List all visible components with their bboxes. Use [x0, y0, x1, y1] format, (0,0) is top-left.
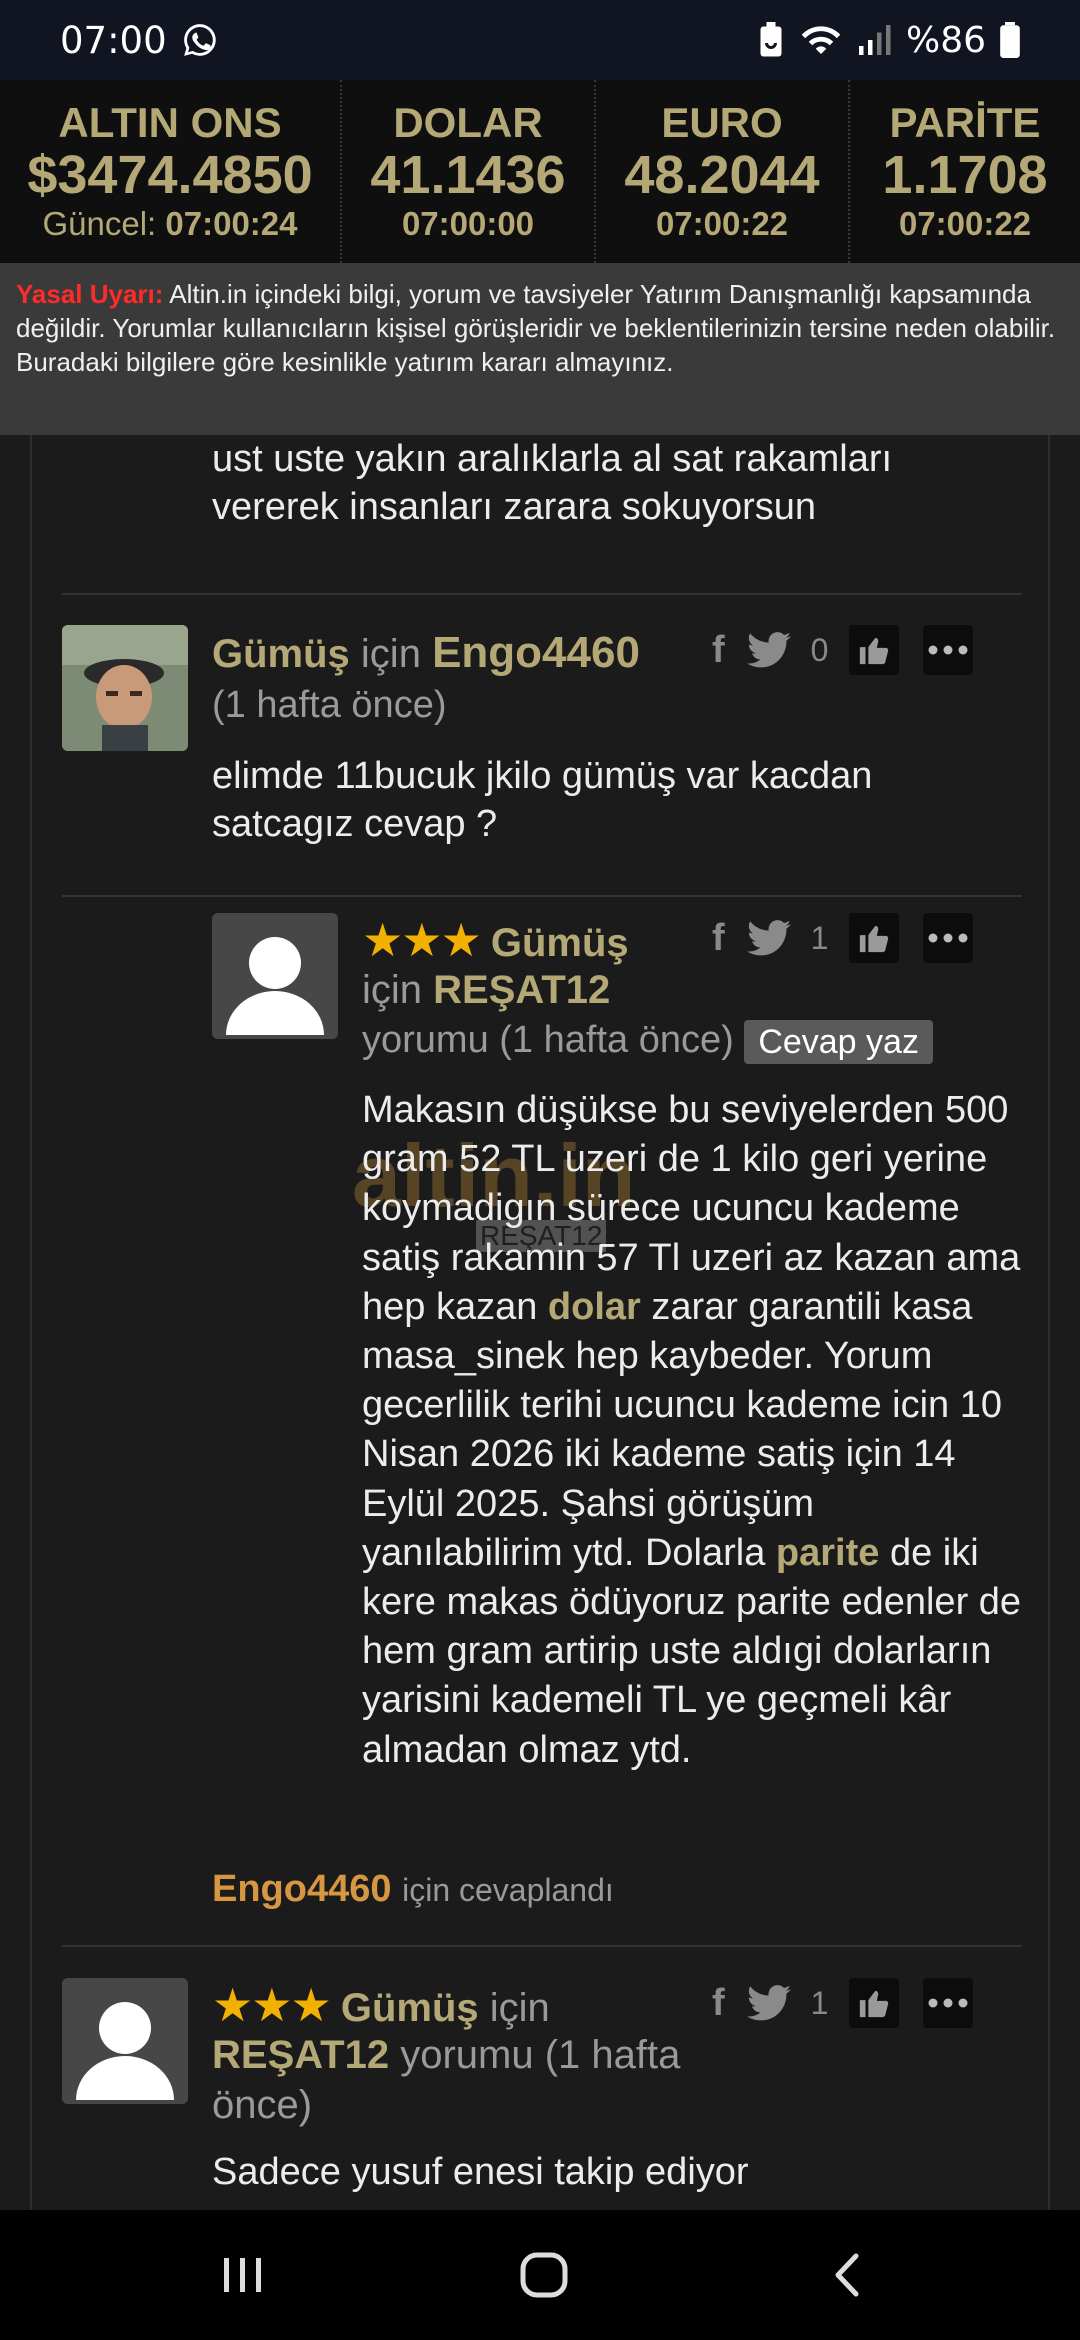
more-options-button[interactable] [922, 913, 973, 963]
comment-time: (1 hafta önce) [212, 684, 447, 726]
like-count: 1 [810, 1984, 829, 2021]
facebook-icon[interactable]: f [712, 1982, 725, 2025]
whatsapp-icon [183, 24, 216, 56]
comment-body: elimde 11bucuk jkilo gümüş var kacdan sa… [212, 755, 873, 845]
ticker-name: DOLAR [393, 98, 543, 146]
system-nav-bar [0, 2210, 1080, 2340]
comment-user[interactable]: REŞAT12 [433, 968, 610, 1012]
ticker-time: Güncel: 07:00:24 [42, 204, 297, 244]
comment-actions: f 1 [712, 1978, 973, 2028]
ticker-time-value: 07:00:24 [165, 204, 298, 242]
more-dots-icon [928, 1998, 968, 2008]
facebook-icon[interactable]: f [712, 629, 725, 672]
comment-topic[interactable]: Gümüş [212, 632, 350, 676]
more-options-button[interactable] [922, 625, 973, 675]
ticker-altin-ons[interactable]: ALTIN ONS $3474.4850 Güncel: 07:00:24 [0, 80, 342, 263]
default-user-icon [62, 1978, 188, 2104]
ticker-price: $3474.4850 [27, 144, 313, 205]
like-button[interactable] [848, 1978, 899, 2028]
comment-user-line: için REŞAT12 [362, 965, 610, 1015]
comment-user-line: REŞAT12 yorumu (1 hafta önce) [212, 2030, 712, 2130]
thumbs-up-icon [859, 637, 888, 665]
tag-link-parite[interactable]: parite [776, 1532, 879, 1574]
comment-topic[interactable]: Gümüş [491, 921, 629, 965]
divider [62, 895, 1022, 897]
ticker-time: 07:00:00 [401, 204, 535, 242]
comments-list: ust uste yakın aralıklarla al sat rakaml… [30, 435, 1050, 2210]
avatar[interactable] [62, 1978, 188, 2104]
recent-apps-icon[interactable] [218, 2250, 268, 2300]
divider [62, 1945, 1022, 1947]
comment-for: için [360, 632, 421, 676]
ticker-name: PARİTE [889, 98, 1041, 146]
comment-header: Gümüş için Engo4460 [212, 628, 672, 679]
reply-button[interactable]: Cevap yaz [744, 1019, 933, 1064]
battery-icon [1000, 22, 1020, 58]
comment-user[interactable]: REŞAT12 [212, 2033, 389, 2077]
comment-actions: f 0 [712, 625, 973, 675]
ticker-dolar[interactable]: DOLAR 41.1436 07:00:00 [342, 80, 596, 263]
home-icon[interactable] [518, 2250, 572, 2300]
facebook-icon[interactable]: f [712, 917, 725, 960]
twitter-icon[interactable] [746, 631, 791, 669]
avatar[interactable] [212, 913, 338, 1039]
signal-icon [858, 25, 891, 55]
comment-actions: f 1 [712, 913, 973, 963]
replied-user-link[interactable]: Engo4460 [212, 1868, 392, 1910]
comment-header: ★★★ Gümüş [362, 915, 702, 968]
replied-to: Engo4460 için cevaplandı [212, 1865, 614, 1914]
twitter-icon[interactable] [746, 919, 791, 957]
comment-header: ★★★ Gümüş için [212, 1980, 712, 2033]
ticker-time: 07:00:22 [655, 204, 789, 242]
ticker-time: 07:00:22 [898, 204, 1032, 242]
comment-user[interactable]: Engo4460 [432, 628, 640, 677]
battery-saver-icon [760, 22, 782, 57]
more-options-button[interactable] [922, 1978, 973, 2028]
ticker-name: EURO [661, 98, 783, 146]
like-count: 1 [810, 919, 829, 956]
comment-body: Makasın düşükse bu seviyelerden 500 gram… [362, 1086, 1022, 1775]
ticker-price: 48.2044 [624, 144, 820, 205]
ticker-name: ALTIN ONS [58, 98, 282, 146]
rating-stars-icon: ★★★ [212, 1979, 332, 2031]
like-count: 0 [810, 631, 829, 668]
comment-time: yorumu (1 hafta önce) [362, 1019, 734, 1061]
warning-text: Altin.in içindeki bilgi, yorum ve tavsiy… [16, 279, 1056, 377]
comment-topic[interactable]: Gümüş [341, 1986, 479, 2030]
warning-label: Yasal Uyarı: [16, 279, 164, 309]
price-ticker: ALTIN ONS $3474.4850 Güncel: 07:00:24 DO… [0, 80, 1080, 263]
comment-meta: yorumu (1 hafta önce) Cevap yaz [362, 1015, 933, 1065]
ticker-parite[interactable]: PARİTE 1.1708 07:00:22 [850, 80, 1080, 263]
comment-for: için [489, 1986, 550, 2030]
ticker-time-prefix: Güncel: [42, 204, 157, 242]
more-dots-icon [928, 933, 968, 943]
battery-percent: %86 [905, 19, 986, 61]
previous-comment-body: ust uste yakın aralıklarla al sat rakaml… [212, 438, 893, 528]
more-dots-icon [928, 645, 968, 655]
wifi-icon [801, 26, 841, 54]
ticker-price: 41.1436 [370, 144, 566, 205]
back-icon[interactable] [828, 2250, 868, 2300]
ticker-euro[interactable]: EURO 48.2044 07:00:22 [596, 80, 850, 263]
thumbs-up-icon [859, 925, 888, 953]
comment-for: için [362, 968, 423, 1012]
status-time: 07:00 [60, 18, 167, 62]
rating-stars-icon: ★★★ [362, 914, 482, 966]
thumbs-up-icon [859, 1990, 888, 2018]
default-user-icon [212, 913, 338, 1039]
legal-warning: Yasal Uyarı: Altin.in içindeki bilgi, yo… [0, 263, 1080, 435]
avatar[interactable] [62, 625, 188, 751]
twitter-icon[interactable] [746, 1984, 791, 2022]
replied-text: için cevaplandı [402, 1872, 614, 1908]
comment-body: Sadece yusuf enesi takip ediyor [212, 2151, 749, 2193]
like-button[interactable] [848, 625, 899, 675]
user-photo-icon [62, 625, 188, 751]
divider [62, 593, 1022, 595]
status-bar: 07:00 %86 [0, 0, 1080, 80]
comment-body-part2: zarar garantili kasa masa_sinek hep kayb… [362, 1285, 1002, 1574]
like-button[interactable] [848, 913, 899, 963]
tag-link-dolar[interactable]: dolar [548, 1286, 641, 1328]
ticker-price: 1.1708 [882, 144, 1048, 205]
